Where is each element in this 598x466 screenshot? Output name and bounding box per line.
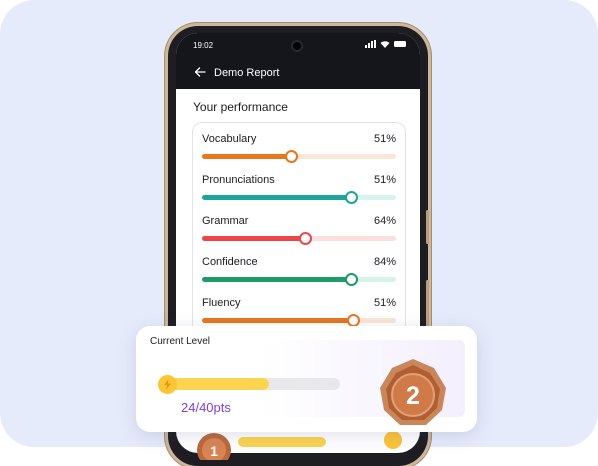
metric-label: Vocabulary <box>202 133 257 145</box>
lightning-icon <box>158 375 177 394</box>
level-medal-icon: 2 <box>380 359 446 425</box>
metric-percent: 51% <box>373 133 396 145</box>
metric-percent: 64% <box>373 215 396 227</box>
level-title: Current Level <box>150 336 211 347</box>
arrow-left-icon[interactable] <box>194 66 206 78</box>
metric-percent: 51% <box>373 174 396 186</box>
metric-label: Pronunciations <box>202 174 275 186</box>
metric-fill <box>202 318 354 323</box>
metric-label: Fluency <box>202 297 241 309</box>
level-progress-fill <box>162 378 269 390</box>
status-time: 19:02 <box>193 41 214 50</box>
metric-label: Grammar <box>202 215 249 227</box>
metric-slider-knob[interactable] <box>285 150 299 163</box>
level-points: 24/40pts <box>181 400 231 415</box>
metric-track <box>202 150 396 163</box>
metric-slider-knob[interactable] <box>298 232 312 245</box>
level-panel: 24/40pts 2 <box>146 340 465 425</box>
metric-fill <box>202 195 352 200</box>
metric-slider-knob[interactable] <box>345 273 359 286</box>
metric-track <box>202 314 396 327</box>
peek-medal-number: 1 <box>210 443 218 459</box>
metric-track <box>202 191 396 204</box>
metric-fill <box>202 277 352 282</box>
wifi-icon <box>380 41 390 48</box>
metric-slider-knob[interactable] <box>345 191 359 204</box>
lightning-icon <box>384 431 402 449</box>
peek-progress-bar <box>238 437 326 447</box>
app-header: 19:02 Demo Report <box>176 33 420 89</box>
current-level-card[interactable]: 24/40pts 2 Current Level <box>136 326 477 432</box>
battery-icon <box>394 41 406 47</box>
phone-side-button <box>426 210 429 244</box>
section-title: Your performance <box>193 100 288 114</box>
metric-label: Confidence <box>202 256 258 268</box>
level-number: 2 <box>406 382 420 410</box>
status-icons <box>365 40 406 48</box>
metric-percent: 84% <box>373 256 396 268</box>
metric-fill <box>202 236 305 241</box>
level-progress-track <box>162 378 340 390</box>
signal-icon <box>365 40 376 48</box>
metric-track <box>202 232 396 245</box>
medal-icon: 1 <box>197 433 231 460</box>
metric-fill <box>202 154 292 159</box>
camera-icon <box>291 40 303 52</box>
metric-percent: 51% <box>373 297 396 309</box>
page-title: Demo Report <box>214 67 280 79</box>
metric-track <box>202 273 396 286</box>
